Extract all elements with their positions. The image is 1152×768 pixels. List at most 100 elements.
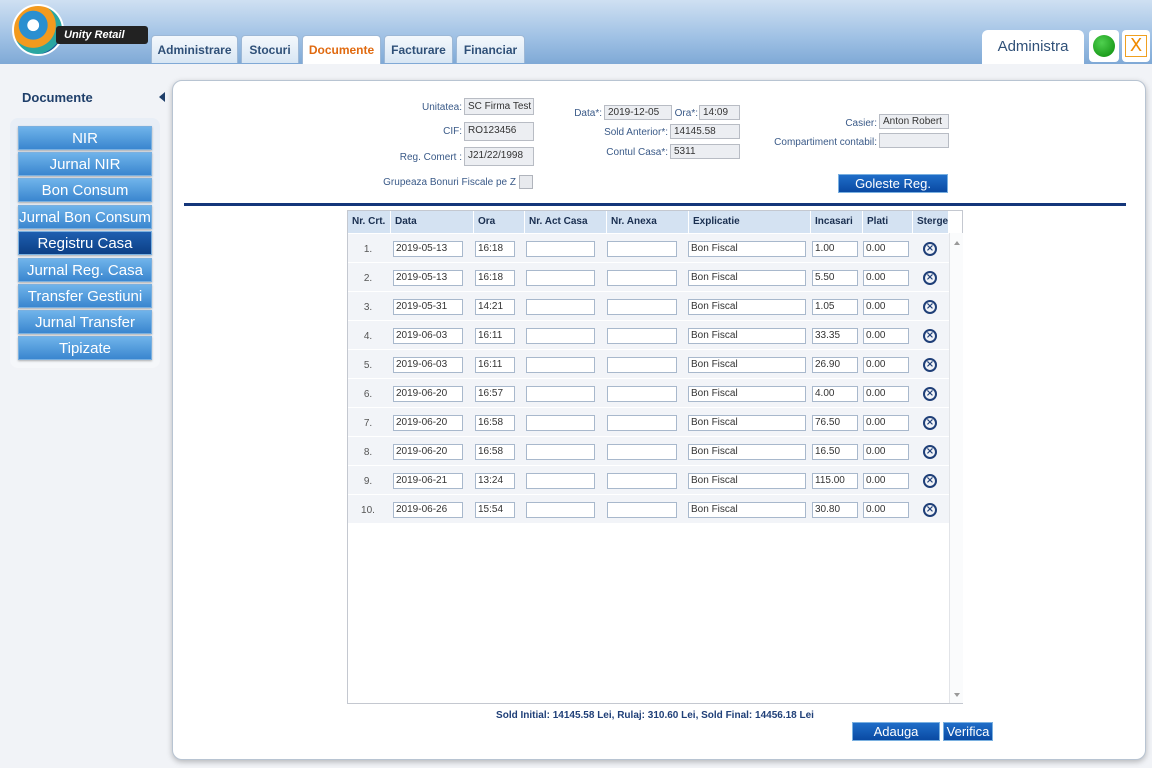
plati-input[interactable]: 0.00 — [863, 328, 909, 344]
act-casa-input[interactable] — [526, 270, 595, 286]
plati-input[interactable]: 0.00 — [863, 415, 909, 431]
plati-input[interactable]: 0.00 — [863, 386, 909, 402]
data-input[interactable]: 2019-06-21 — [393, 473, 463, 489]
sidebar-item-jurnal-bon-consum[interactable]: Jurnal Bon Consum — [18, 205, 152, 229]
anexa-input[interactable] — [607, 328, 677, 344]
anexa-input[interactable] — [607, 270, 677, 286]
cif-field[interactable]: RO123456 — [464, 122, 534, 141]
data-input[interactable]: 2019-06-20 — [393, 444, 463, 460]
act-casa-input[interactable] — [526, 299, 595, 315]
anexa-input[interactable] — [607, 473, 677, 489]
plati-input[interactable]: 0.00 — [863, 473, 909, 489]
ora-input[interactable]: 16:11 — [475, 357, 515, 373]
incasari-input[interactable]: 16.50 — [812, 444, 858, 460]
collapse-arrow-icon[interactable] — [159, 92, 165, 102]
tab-documente[interactable]: Documente — [302, 35, 381, 64]
explicatie-input[interactable]: Bon Fiscal — [688, 328, 806, 344]
ora-input[interactable]: 16:18 — [475, 270, 515, 286]
explicatie-input[interactable]: Bon Fiscal — [688, 415, 806, 431]
sidebar-item-jurnal-nir[interactable]: Jurnal NIR — [18, 152, 152, 176]
sidebar-item-bon-consum[interactable]: Bon Consum — [18, 178, 152, 202]
explicatie-input[interactable]: Bon Fiscal — [688, 502, 806, 518]
compartiment-field[interactable] — [879, 133, 949, 148]
goleste-reg-casa-button[interactable]: Goleste Reg. Casa — [838, 174, 948, 209]
delete-row-icon[interactable]: × — [923, 242, 937, 256]
incasari-input[interactable]: 30.80 — [812, 502, 858, 518]
sidebar-item-transfer-gestiuni[interactable]: Transfer Gestiuni — [18, 284, 152, 308]
ora-input[interactable]: 15:54 — [475, 502, 515, 518]
incasari-input[interactable]: 5.50 — [812, 270, 858, 286]
reg-comert-field[interactable]: J21/22/1998 — [464, 147, 534, 166]
ora-input[interactable]: 16:57 — [475, 386, 515, 402]
scroll-down-icon[interactable] — [954, 693, 960, 697]
sidebar-item-jurnal-reg-casa[interactable]: Jurnal Reg. Casa — [18, 258, 152, 282]
status-button[interactable] — [1089, 30, 1119, 62]
explicatie-input[interactable]: Bon Fiscal — [688, 241, 806, 257]
tab-facturare[interactable]: Facturare — [384, 35, 453, 63]
delete-row-icon[interactable]: × — [923, 358, 937, 372]
ora-input[interactable]: 16:11 — [475, 328, 515, 344]
scroll-up-icon[interactable] — [954, 241, 960, 245]
plati-input[interactable]: 0.00 — [863, 502, 909, 518]
tab-financiar[interactable]: Financiar — [456, 35, 525, 63]
tab-administrare[interactable]: Administrare — [151, 35, 238, 63]
verifica-button[interactable]: Verifica — [943, 722, 993, 741]
scrollbar[interactable] — [949, 233, 963, 703]
plati-input[interactable]: 0.00 — [863, 444, 909, 460]
sidebar-item-jurnal-transfer[interactable]: Jurnal Transfer — [18, 310, 152, 334]
explicatie-input[interactable]: Bon Fiscal — [688, 299, 806, 315]
delete-row-icon[interactable]: × — [923, 271, 937, 285]
data-input[interactable]: 2019-06-20 — [393, 386, 463, 402]
act-casa-input[interactable] — [526, 473, 595, 489]
plati-input[interactable]: 0.00 — [863, 241, 909, 257]
incasari-input[interactable]: 4.00 — [812, 386, 858, 402]
delete-row-icon[interactable]: × — [923, 445, 937, 459]
contul-casa-field[interactable]: 5311 — [670, 144, 740, 159]
data-input[interactable]: 2019-05-31 — [393, 299, 463, 315]
data-input[interactable]: 2019-06-20 — [393, 415, 463, 431]
act-casa-input[interactable] — [526, 502, 595, 518]
sold-anterior-field[interactable]: 14145.58 — [670, 124, 740, 139]
delete-row-icon[interactable]: × — [923, 329, 937, 343]
plati-input[interactable]: 0.00 — [863, 357, 909, 373]
ora-input[interactable]: 16:58 — [475, 444, 515, 460]
ora-input[interactable]: 14:21 — [475, 299, 515, 315]
act-casa-input[interactable] — [526, 386, 595, 402]
ora-field[interactable]: 14:09 — [699, 105, 740, 120]
anexa-input[interactable] — [607, 415, 677, 431]
delete-row-icon[interactable]: × — [923, 474, 937, 488]
data-field[interactable]: 2019-12-05 — [604, 105, 672, 120]
explicatie-input[interactable]: Bon Fiscal — [688, 386, 806, 402]
act-casa-input[interactable] — [526, 415, 595, 431]
explicatie-input[interactable]: Bon Fiscal — [688, 270, 806, 286]
admin-tab[interactable]: Administra — [982, 30, 1084, 64]
anexa-input[interactable] — [607, 386, 677, 402]
explicatie-input[interactable]: Bon Fiscal — [688, 473, 806, 489]
sidebar-item-registru-casa[interactable]: Registru Casa — [18, 231, 152, 255]
anexa-input[interactable] — [607, 357, 677, 373]
close-button[interactable]: X — [1122, 30, 1150, 62]
anexa-input[interactable] — [607, 299, 677, 315]
incasari-input[interactable]: 115.00 — [812, 473, 858, 489]
ora-input[interactable]: 16:18 — [475, 241, 515, 257]
delete-row-icon[interactable]: × — [923, 416, 937, 430]
incasari-input[interactable]: 33.35 — [812, 328, 858, 344]
sidebar-item-nir[interactable]: NIR — [18, 126, 152, 150]
explicatie-input[interactable]: Bon Fiscal — [688, 444, 806, 460]
ora-input[interactable]: 16:58 — [475, 415, 515, 431]
incasari-input[interactable]: 76.50 — [812, 415, 858, 431]
act-casa-input[interactable] — [526, 357, 595, 373]
anexa-input[interactable] — [607, 444, 677, 460]
act-casa-input[interactable] — [526, 241, 595, 257]
adauga-pozitie-button[interactable]: Adauga Pozitie — [852, 722, 940, 757]
incasari-input[interactable]: 26.90 — [812, 357, 858, 373]
sidebar-item-tipizate[interactable]: Tipizate — [18, 336, 152, 360]
anexa-input[interactable] — [607, 241, 677, 257]
grupeaza-checkbox[interactable] — [519, 175, 533, 189]
act-casa-input[interactable] — [526, 328, 595, 344]
ora-input[interactable]: 13:24 — [475, 473, 515, 489]
delete-row-icon[interactable]: × — [923, 387, 937, 401]
data-input[interactable]: 2019-05-13 — [393, 241, 463, 257]
tab-stocuri[interactable]: Stocuri — [241, 35, 299, 63]
anexa-input[interactable] — [607, 502, 677, 518]
